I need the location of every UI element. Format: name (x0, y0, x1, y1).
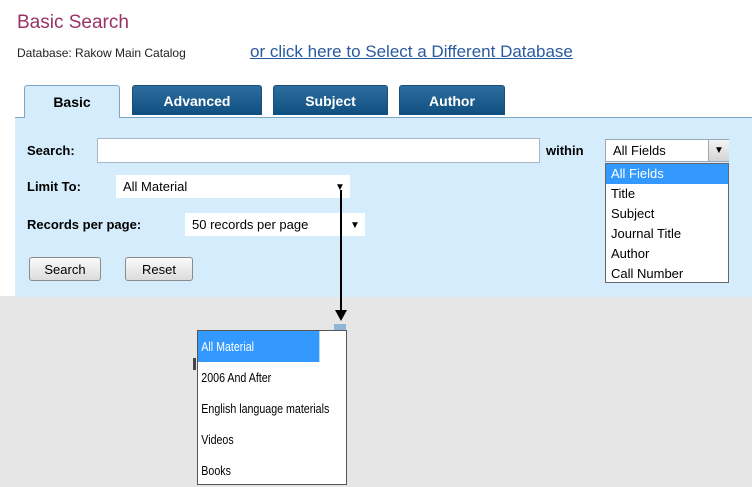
limit-option[interactable]: English language materials (198, 393, 329, 424)
limit-option[interactable]: Videos (198, 424, 319, 455)
callout-arrow (193, 190, 347, 370)
limit-option[interactable]: 2006 And After (198, 362, 319, 393)
limit-dropdown-list: All Material 2006 And After English lang… (197, 330, 347, 485)
tab-basic[interactable]: Basic (24, 85, 120, 118)
limit-option[interactable]: Books (198, 455, 319, 486)
limit-option[interactable]: All Material (198, 331, 320, 362)
